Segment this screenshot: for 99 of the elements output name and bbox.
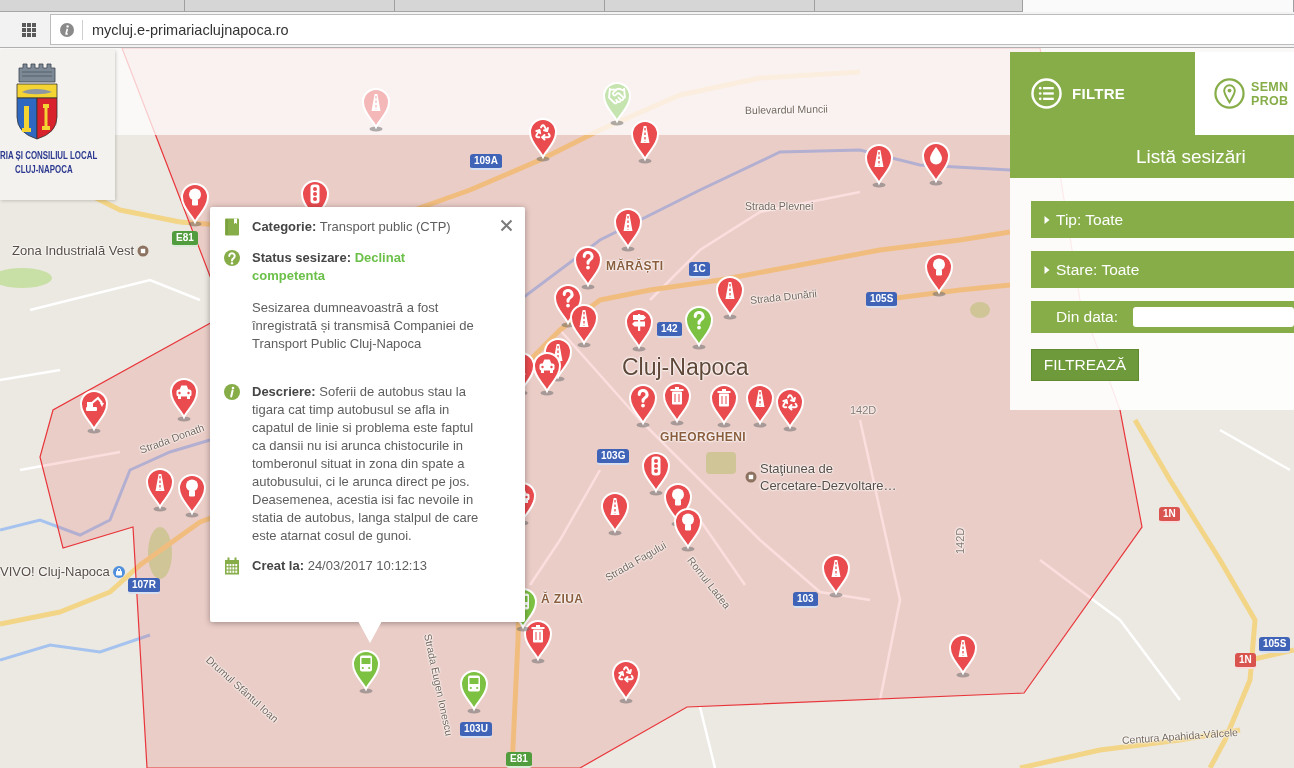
side-street bbox=[1219, 428, 1291, 472]
trash-marker-icon[interactable] bbox=[523, 620, 553, 664]
street-label: Centura Apahida-Vâlcele bbox=[1121, 725, 1239, 746]
traffic-light-marker-icon[interactable] bbox=[641, 452, 671, 496]
road-marker-icon[interactable] bbox=[821, 554, 851, 598]
road-marker-icon[interactable] bbox=[948, 634, 978, 678]
road-number-label: 142D bbox=[954, 527, 966, 554]
street-label: Strada Eugen Ionescu bbox=[422, 632, 456, 737]
road-marker-icon[interactable] bbox=[864, 144, 894, 188]
panel-tab[interactable]: FILTRE bbox=[1010, 52, 1195, 135]
district-label: GHEORGHENI bbox=[660, 430, 746, 444]
recycle-marker-icon[interactable] bbox=[611, 660, 641, 704]
road-marker-icon[interactable] bbox=[715, 276, 745, 320]
city-hall-name: RIA ȘI CONSILIUL LOCAL bbox=[0, 148, 99, 162]
road-number-sign: 105S bbox=[866, 292, 898, 308]
url-text: mycluj.e-primariaclujnapoca.ro bbox=[92, 21, 289, 38]
road-number-sign: 103G bbox=[597, 449, 630, 465]
road-number-sign: E81 bbox=[506, 752, 532, 768]
site-info-icon[interactable] bbox=[59, 21, 75, 38]
signpost-marker-icon[interactable] bbox=[624, 308, 654, 352]
filter-dropdown[interactable]: Stare: Toate bbox=[1031, 251, 1294, 288]
place-label: Staţiunea de Cercetare-Dezvoltare… bbox=[760, 460, 897, 494]
park-area bbox=[970, 302, 990, 318]
bus-marker-icon[interactable] bbox=[459, 670, 489, 714]
description-text: Descriere: Soferii de autobus stau la tigara cat timp autobusul se afla in capatul de linie si problema este faptul ca dansii nu isi arunca chistocurile in tomberonul situat in zona din spate a autobusului, ci le arunca direct pe jos. Deasemenea, acestia isi fac nevoile in statia de autobus, langa stalpul de care este atarnat cosul de gunoi. bbox=[252, 383, 480, 545]
city-hall-name: CLUJ-NAPOCA bbox=[15, 162, 74, 176]
filter-dropdown[interactable]: Tip: Toate bbox=[1031, 201, 1294, 238]
coat-of-arms-logo[interactable] bbox=[14, 62, 60, 140]
question-icon bbox=[224, 249, 240, 267]
apps-grid-icon[interactable] bbox=[22, 22, 36, 37]
bulb-marker-icon[interactable] bbox=[180, 183, 210, 227]
filter-button[interactable]: FILTREAZĂ bbox=[1031, 349, 1139, 381]
side-street bbox=[698, 706, 717, 768]
bulb-marker-icon[interactable] bbox=[673, 508, 703, 552]
road-number-sign: 109A bbox=[470, 154, 502, 170]
district-label: MĂRĂȘTI bbox=[606, 259, 664, 273]
question-marker-icon[interactable] bbox=[684, 306, 714, 350]
road-number-sign: 107R bbox=[128, 578, 160, 594]
road-marker-icon[interactable] bbox=[630, 120, 660, 164]
panel-title: Listă sesizări bbox=[1010, 135, 1294, 178]
place-label: Zona Industrială Vest bbox=[12, 242, 135, 259]
bus-marker-icon[interactable] bbox=[351, 650, 381, 694]
shopping-bag-icon bbox=[112, 565, 125, 578]
place-label: VIVO! Cluj-Napoca bbox=[0, 563, 110, 580]
bulb-marker-icon[interactable] bbox=[177, 474, 207, 518]
road-marker-icon[interactable] bbox=[569, 304, 599, 348]
recycle-marker-icon[interactable] bbox=[528, 118, 558, 162]
street-label: Strada Dunării bbox=[749, 287, 818, 306]
road-number-sign: 105S bbox=[1259, 637, 1291, 653]
bulb-marker-icon[interactable] bbox=[924, 253, 954, 297]
park-area bbox=[148, 527, 172, 579]
close-button[interactable] bbox=[500, 219, 513, 232]
date-label: Din data: bbox=[1056, 308, 1120, 326]
road-marker-icon[interactable] bbox=[745, 384, 775, 428]
calendar-icon bbox=[224, 557, 240, 575]
road-number-label: 142D bbox=[850, 404, 877, 416]
landmark-icon bbox=[137, 244, 150, 257]
landmark-icon bbox=[745, 471, 757, 483]
recycle-marker-icon[interactable] bbox=[775, 388, 805, 432]
car-marker-icon[interactable] bbox=[169, 378, 199, 422]
street-label: Strada Donath bbox=[137, 421, 206, 456]
drop-marker-icon[interactable] bbox=[921, 142, 951, 186]
street-label: Bulevardul Muncii bbox=[744, 102, 828, 116]
question-marker-icon[interactable] bbox=[573, 246, 603, 290]
category-text: Categorie: Transport public (CTP) bbox=[252, 218, 452, 236]
road-marker-icon[interactable] bbox=[361, 88, 391, 132]
trash-marker-icon[interactable] bbox=[662, 382, 692, 426]
park-area bbox=[706, 452, 736, 474]
road-marker-icon[interactable] bbox=[600, 492, 630, 536]
road-number-sign: 1C bbox=[689, 262, 710, 278]
excavator-marker-icon[interactable] bbox=[79, 390, 109, 434]
confirmation-message: Sesizarea dumneavoastră a fost înregistrată și transmisă Companiei de Transport Public Cluj-Napoca bbox=[252, 299, 475, 353]
list-icon bbox=[1031, 78, 1062, 109]
location-pin-icon bbox=[1214, 78, 1245, 109]
question-marker-icon[interactable] bbox=[628, 384, 658, 428]
info-icon bbox=[224, 383, 240, 401]
status-text: Status sesizare: Declinat competenta bbox=[252, 249, 407, 285]
road-number-sign: 1N bbox=[1159, 507, 1180, 523]
district-label: Ă ZIUA bbox=[541, 592, 584, 606]
city-label: Cluj-Napoca bbox=[622, 354, 749, 381]
park-area bbox=[0, 268, 52, 288]
road-number-sign: 103U bbox=[460, 722, 492, 738]
road-marker-icon[interactable] bbox=[145, 468, 175, 512]
street-label: Strada Plevnei bbox=[745, 200, 814, 212]
road-number-sign: 142 bbox=[657, 322, 682, 338]
date-input[interactable] bbox=[1133, 307, 1294, 327]
panel-tab[interactable]: SEMN PROB bbox=[1195, 52, 1294, 135]
road-number-sign: 1N bbox=[1235, 653, 1256, 669]
handshake-marker-icon[interactable] bbox=[602, 82, 632, 126]
trash-marker-icon[interactable] bbox=[709, 384, 739, 428]
road-number-sign: E81 bbox=[172, 231, 198, 247]
address-bar[interactable]: mycluj.e-primariaclujnapoca.ro bbox=[50, 14, 1294, 45]
created-date-text: Creat la: 24/03/2017 10:12:13 bbox=[252, 557, 428, 575]
side-street bbox=[0, 368, 61, 382]
road-marker-icon[interactable] bbox=[613, 208, 643, 252]
close-icon bbox=[500, 219, 513, 232]
road-number-sign: 103 bbox=[793, 592, 818, 608]
book-icon bbox=[224, 218, 240, 236]
car-marker-icon[interactable] bbox=[532, 352, 562, 396]
